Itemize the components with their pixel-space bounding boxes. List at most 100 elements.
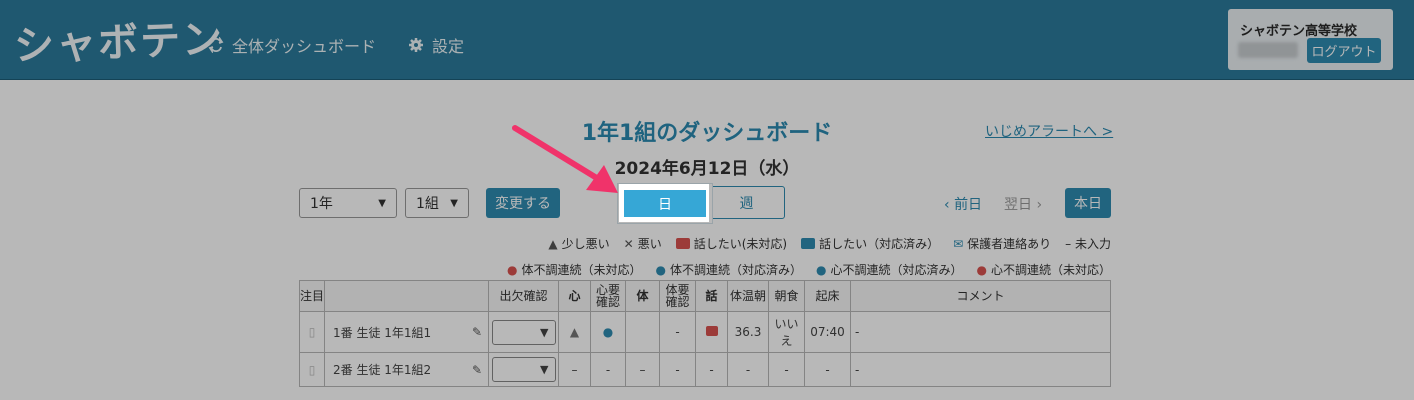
attendance-select[interactable]: ▼: [491, 357, 556, 382]
day-week-toggle: 日 週: [619, 185, 785, 222]
bully-alert-link[interactable]: いじめアラートへ >: [985, 121, 1113, 141]
talk-cell: -: [695, 352, 728, 387]
col-mind-check: 心要確認: [590, 280, 626, 312]
col-comment: コメント: [850, 280, 1111, 312]
attendance-select[interactable]: ▼: [491, 319, 556, 345]
mind-blue-icon: ●: [602, 325, 614, 339]
legend-item: ✉ 保護者連絡あり: [953, 236, 1052, 252]
student-table: 注目 出欠確認 心 心要確認 体 体要確認 話 体温朝 朝食 起床 コメント ▯…: [299, 280, 1111, 387]
table-row: ▯ 1番 生徒 1年1組1 ✎ ▼ ▲ ● - 36.3 いいえ 07:40 -: [299, 311, 1111, 353]
bookmark-icon[interactable]: ▯: [309, 363, 316, 377]
chevron-down-icon: ▼: [540, 363, 549, 376]
nav-dashboard-label: 全体ダッシュボード: [232, 37, 377, 56]
app-logo[interactable]: シャボテン: [13, 6, 225, 71]
legend-row-1: ▲ 少し悪い ✕ 悪い 話したい(未対応) 話したい（対応済み） ✉ 保護者連絡あり …: [548, 235, 1111, 252]
col-breakfast: 朝食: [768, 280, 805, 312]
legend-item: ● 体不調連続（対応済み）: [655, 262, 803, 278]
speech-bubble-blue-icon: [801, 238, 816, 249]
wake-cell: 07:40: [804, 311, 851, 353]
gear-icon: [409, 38, 423, 52]
next-day-label: 翌日: [1004, 197, 1032, 213]
talk-cell: [695, 311, 728, 353]
next-day-link[interactable]: 翌日 ›: [1004, 194, 1042, 214]
mind-check-cell: -: [590, 352, 626, 387]
comment-cell: -: [850, 352, 1111, 387]
col-mind: 心: [558, 280, 591, 312]
body-cell: –: [625, 352, 660, 387]
temp-cell: -: [727, 352, 769, 387]
breakfast-cell: いいえ: [768, 311, 805, 353]
attendance-cell: ▼: [488, 311, 559, 353]
chevron-down-icon: ▼: [450, 197, 458, 209]
school-name: シャボテン高等学校: [1240, 24, 1358, 39]
page-title: 1年1組のダッシュボード: [581, 121, 833, 146]
col-body: 体: [625, 280, 660, 312]
col-talk: 話: [695, 280, 728, 312]
wake-cell: -: [804, 352, 851, 387]
student-name-cell: 2番 生徒 1年1組2 ✎: [324, 352, 489, 387]
chevron-right-icon: ›: [1032, 197, 1043, 213]
table-row: ▯ 2番 生徒 1年1組2 ✎ ▼ – - – - - - - - -: [299, 352, 1111, 387]
speech-bubble-red-icon: [675, 238, 690, 249]
mind-cell: –: [558, 352, 591, 387]
bookmark-icon[interactable]: ▯: [309, 325, 316, 339]
attendance-cell: ▼: [488, 352, 559, 387]
mind-blue-icon: ●: [816, 262, 827, 277]
student-name-cell: 1番 生徒 1年1組1 ✎: [324, 311, 489, 353]
col-attendance: 出欠確認: [488, 280, 559, 312]
col-temp: 体温朝: [727, 280, 769, 312]
legend-item: 話したい(未対応): [675, 235, 787, 252]
year-select-value: 1年: [310, 196, 333, 212]
legend-item: ● 心不調連続（未対応）: [976, 262, 1112, 278]
toggle-week-button[interactable]: 週: [709, 187, 784, 218]
prev-day-label: 前日: [954, 197, 983, 213]
body-cell: [625, 311, 660, 353]
triangle-icon: ▲: [548, 236, 558, 251]
legend-item: ● 心不調連続（対応済み）: [816, 262, 963, 278]
class-select[interactable]: 1組 ▼: [405, 188, 469, 218]
legend-item: ▲ 少し悪い: [548, 236, 610, 252]
legend-item: – 未入力: [1065, 237, 1111, 251]
mind-red-icon: ●: [976, 262, 987, 277]
logout-button[interactable]: ログアウト: [1307, 38, 1381, 63]
comment-cell: -: [850, 311, 1111, 353]
bookmark-cell[interactable]: ▯: [299, 311, 325, 353]
body-check-cell: -: [659, 311, 696, 353]
temp-cell: 36.3: [727, 311, 769, 353]
year-select[interactable]: 1年 ▼: [299, 188, 397, 218]
col-note: 注目: [299, 280, 325, 312]
nav-overall-dashboard[interactable]: 全体ダッシュボード: [208, 33, 376, 57]
table-header-row: 注目 出欠確認 心 心要確認 体 体要確認 話 体温朝 朝食 起床 コメント: [299, 280, 1111, 312]
col-body-check: 体要確認: [659, 280, 696, 312]
legend-item: 話したい（対応済み）: [801, 235, 939, 252]
main-content: 1年1組のダッシュボード いじめアラートへ > 2024年6月12日（水） 1年…: [0, 81, 1414, 400]
change-button[interactable]: 変更する: [486, 188, 560, 218]
col-name: [324, 280, 489, 312]
edit-icon[interactable]: ✎: [472, 325, 482, 339]
legend-row-2: ● 体不調連続（未対応） ● 体不調連続（対応済み） ● 心不調連続（対応済み） ● 心…: [507, 261, 1111, 278]
chevron-down-icon: ▼: [540, 325, 549, 339]
triangle-icon: ▲: [569, 325, 580, 339]
prev-day-link[interactable]: ‹ 前日: [944, 194, 982, 214]
chevron-left-icon: ‹: [944, 197, 955, 213]
school-info-panel: シャボテン高等学校 ログアウト: [1228, 9, 1393, 70]
app-header: シャボテン 全体ダッシュボード 設定 シャボテン高等学校 ログアウト: [0, 0, 1414, 80]
body-check-cell: -: [659, 352, 696, 387]
current-date: 2024年6月12日（水）: [614, 159, 800, 179]
mind-check-cell: ●: [590, 311, 626, 353]
envelope-icon: ✉: [953, 236, 964, 251]
nav-settings[interactable]: 設定: [408, 33, 464, 57]
mind-cell: ▲: [558, 311, 591, 353]
body-blue-icon: ●: [655, 262, 666, 277]
nav-settings-label: 設定: [432, 37, 465, 56]
legend-item: ✕ 悪い: [623, 236, 662, 252]
user-name-blurred: [1238, 42, 1298, 58]
toggle-day-button[interactable]: 日: [619, 185, 711, 222]
today-button[interactable]: 本日: [1065, 188, 1111, 218]
edit-icon[interactable]: ✎: [472, 363, 482, 377]
col-wake: 起床: [804, 280, 851, 312]
legend-item: ● 体不調連続（未対応）: [507, 262, 642, 278]
cross-icon: ✕: [623, 236, 634, 251]
speech-bubble-red-icon: [705, 326, 718, 336]
bookmark-cell[interactable]: ▯: [299, 352, 325, 387]
